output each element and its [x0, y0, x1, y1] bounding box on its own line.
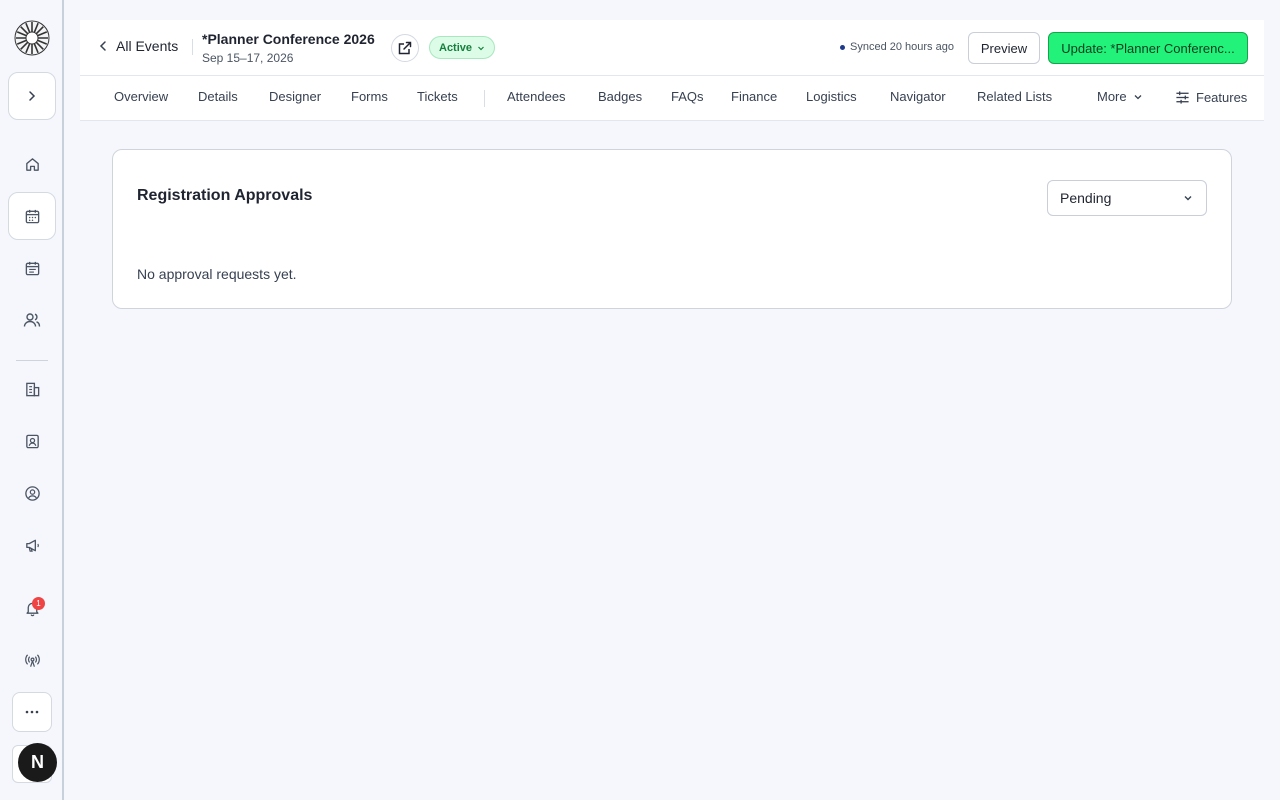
more-apps-button[interactable]	[12, 692, 52, 732]
tabs-divider	[484, 90, 485, 107]
sidebar: 1 N	[0, 0, 64, 800]
status-label: Active	[439, 41, 473, 54]
event-status-dropdown[interactable]: Active	[429, 36, 496, 59]
header-divider	[192, 39, 193, 55]
calendar-list-icon	[25, 261, 39, 275]
events-nav[interactable]	[8, 192, 56, 240]
tab-related-lists[interactable]: Related Lists	[977, 89, 1052, 104]
update-event-button[interactable]: Update: *Planner Conferenc...	[1048, 32, 1248, 64]
marketing-nav[interactable]	[16, 529, 48, 561]
sidebar-divider	[16, 360, 48, 361]
schedule-nav[interactable]	[16, 252, 48, 284]
event-header: All Events *Planner Conference 2026 Sep …	[80, 20, 1264, 76]
tab-tickets[interactable]: Tickets	[417, 89, 458, 104]
tab-details[interactable]: Details	[198, 89, 238, 104]
calendar-icon	[25, 209, 39, 223]
event-title: *Planner Conference 2026	[202, 31, 375, 47]
card-title: Registration Approvals	[137, 187, 313, 204]
people-nav[interactable]	[16, 304, 48, 336]
sliders-icon	[1176, 91, 1189, 104]
chevron-down-icon	[1134, 94, 1142, 99]
more-label: More	[1097, 89, 1127, 104]
approval-status-filter[interactable]: Pending	[1047, 180, 1207, 216]
back-to-events-link[interactable]: All Events	[98, 38, 178, 54]
account-nav[interactable]	[16, 477, 48, 509]
home-icon	[25, 157, 39, 171]
tab-navigator[interactable]: Navigator	[890, 89, 946, 104]
tab-faqs[interactable]: FAQs	[671, 89, 704, 104]
preview-button[interactable]: Preview	[968, 32, 1040, 64]
event-dates: Sep 15–17, 2026	[202, 51, 294, 65]
tab-overview[interactable]: Overview	[114, 89, 168, 104]
contact-card-icon	[25, 434, 39, 448]
broadcast-icon	[24, 653, 40, 667]
filter-value: Pending	[1060, 190, 1112, 206]
tab-logistics[interactable]: Logistics	[806, 89, 857, 104]
brand-logo-icon[interactable]	[14, 20, 50, 56]
chevron-left-icon	[99, 41, 106, 51]
tab-finance[interactable]: Finance	[731, 89, 777, 104]
more-horizontal-icon	[25, 710, 39, 714]
back-label: All Events	[116, 38, 179, 54]
notification-count-badge: 1	[32, 597, 45, 610]
tab-forms[interactable]: Forms	[351, 89, 388, 104]
features-button[interactable]: Features	[1175, 90, 1247, 105]
user-circle-icon	[24, 485, 40, 501]
tab-designer[interactable]: Designer	[269, 89, 321, 104]
sync-status: Synced 20 hours ago	[840, 41, 954, 53]
empty-state-message: No approval requests yet.	[137, 266, 297, 282]
contacts-nav[interactable]	[16, 425, 48, 457]
expand-sidebar-button[interactable]	[8, 72, 56, 120]
home-nav[interactable]	[16, 148, 48, 180]
megaphone-icon	[25, 539, 39, 552]
tab-attendees[interactable]: Attendees	[507, 89, 566, 104]
event-tabs: Overview Details Designer Forms Tickets …	[80, 76, 1264, 121]
chevron-down-icon	[478, 46, 484, 50]
chevron-down-icon	[1184, 196, 1192, 201]
open-event-page-button[interactable]	[391, 34, 419, 62]
sync-label: Synced 20 hours ago	[850, 41, 954, 53]
sync-dot-icon	[840, 44, 845, 50]
live-nav[interactable]	[16, 644, 48, 676]
user-avatar[interactable]: N	[18, 743, 57, 782]
tab-badges[interactable]: Badges	[598, 89, 642, 104]
users-icon	[23, 313, 41, 327]
chevron-right-icon	[29, 91, 36, 101]
building-icon	[25, 382, 39, 396]
features-label: Features	[1196, 90, 1248, 105]
registration-approvals-card: Registration Approvals Pending No approv…	[112, 149, 1232, 309]
venues-nav[interactable]	[16, 373, 48, 405]
tab-more-dropdown[interactable]: More	[1097, 89, 1143, 104]
external-link-icon	[398, 41, 412, 55]
